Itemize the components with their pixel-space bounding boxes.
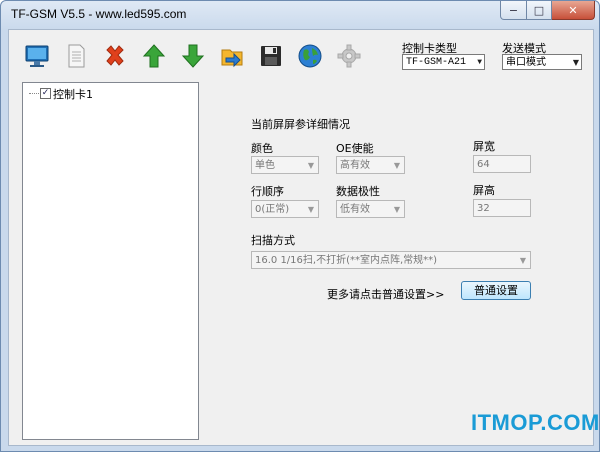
up-arrow-icon[interactable] [134, 38, 173, 74]
scan-select[interactable]: 16.0 1/16扫,不打折(**室内点阵,常规**) ▼ [251, 251, 531, 269]
tree-item-label[interactable]: 控制卡1 [53, 86, 93, 102]
width-field[interactable]: 64 [473, 155, 531, 173]
watermark-text: ITMOP.COM [471, 410, 600, 435]
row-order-select[interactable]: 0(正常) ▼ [251, 200, 319, 218]
window-controls: − □ ✕ [500, 1, 595, 21]
globe-icon[interactable] [290, 38, 329, 74]
chevron-down-icon: ▼ [307, 205, 315, 214]
oe-label: OE使能 [336, 142, 374, 155]
data-polarity-select[interactable]: 低有效 ▼ [336, 200, 405, 218]
color-label: 颜色 [251, 142, 273, 155]
color-select[interactable]: 单色 ▼ [251, 156, 319, 174]
minimize-button[interactable]: − [500, 1, 527, 20]
computer-icon[interactable] [17, 38, 56, 74]
gear-icon[interactable] [329, 38, 368, 74]
chevron-down-icon: ▼ [393, 161, 401, 170]
row-order-label: 行顺序 [251, 185, 284, 198]
height-label: 屏高 [473, 184, 495, 197]
height-field[interactable]: 32 [473, 199, 531, 217]
controller-type-value: TF-GSM-A21 [406, 57, 467, 68]
delete-icon[interactable] [95, 38, 134, 74]
data-polarity-label: 数据极性 [336, 185, 380, 198]
normal-settings-button[interactable]: 普通设置 [461, 281, 531, 300]
title-bar[interactable]: TF-GSM V5.5 - www.led595.com − □ ✕ [1, 1, 599, 28]
chevron-down-icon: ▼ [572, 58, 579, 67]
row-order-value: 0(正常) [255, 204, 290, 215]
oe-value: 高有效 [340, 160, 370, 171]
chevron-down-icon: ▼ [519, 256, 527, 265]
oe-select[interactable]: 高有效 ▼ [336, 156, 405, 174]
save-icon[interactable] [251, 38, 290, 74]
controller-type-select[interactable]: TF-GSM-A21 ▼ [402, 54, 485, 70]
scan-value: 16.0 1/16扫,不打折(**室内点阵,常规**) [255, 255, 438, 266]
section-title: 当前屏屏参详细情况 [251, 118, 350, 131]
tree-connector [29, 93, 39, 94]
chevron-down-icon: ▼ [307, 161, 315, 170]
app-window: TF-GSM V5.5 - www.led595.com − □ ✕ 控制卡类型… [0, 0, 600, 452]
maximize-button[interactable]: □ [527, 1, 552, 20]
document-icon[interactable] [56, 38, 95, 74]
send-mode-select[interactable]: 串口模式 ▼ [502, 54, 582, 70]
color-value: 单色 [255, 160, 275, 171]
tree-item-checkbox[interactable]: ✓ [40, 88, 51, 99]
width-label: 屏宽 [473, 140, 495, 153]
more-settings-text: 更多请点击普通设置>> [327, 288, 445, 301]
close-button[interactable]: ✕ [552, 1, 595, 20]
main-panel: 控制卡类型 TF-GSM-A21 ▼ 发送模式 串口模式 ▼ ✓ 控制卡1 当前… [8, 29, 594, 446]
card-tree[interactable]: ✓ 控制卡1 [22, 82, 199, 440]
down-arrow-icon[interactable] [173, 38, 212, 74]
window-title: TF-GSM V5.5 - www.led595.com [11, 7, 187, 21]
send-icon[interactable] [212, 38, 251, 74]
scan-label: 扫描方式 [251, 234, 295, 247]
chevron-down-icon: ▼ [393, 205, 401, 214]
chevron-down-icon: ▼ [477, 58, 482, 67]
data-polarity-value: 低有效 [340, 204, 370, 215]
send-mode-value: 串口模式 [506, 57, 546, 68]
toolbar [17, 38, 368, 74]
